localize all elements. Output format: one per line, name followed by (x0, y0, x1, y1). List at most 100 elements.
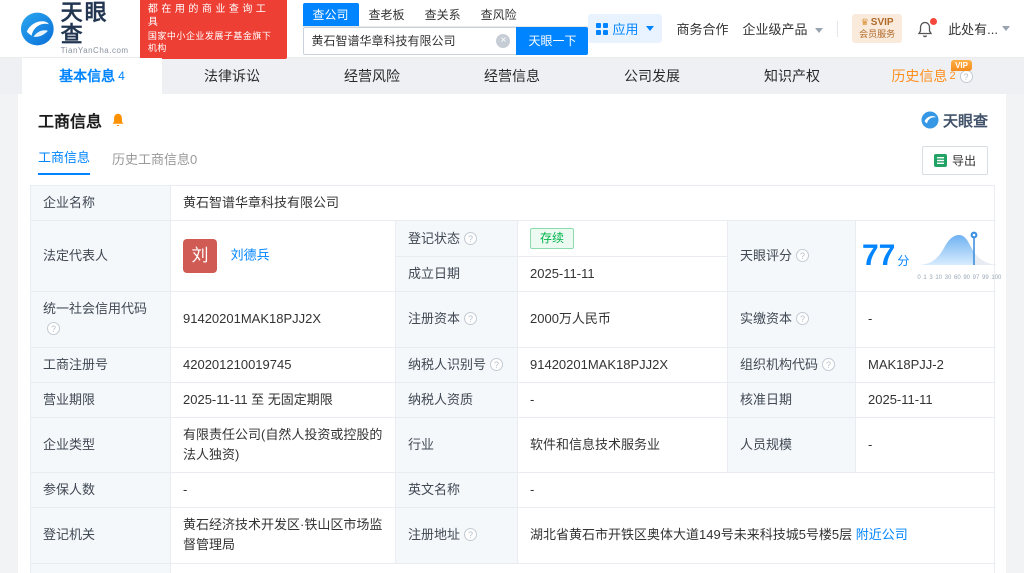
vip-badge: VIP (951, 60, 972, 71)
reg-status-label: 登记状态 (395, 220, 518, 258)
section-title: 工商信息 (38, 114, 103, 131)
help-icon[interactable] (464, 231, 478, 245)
legal-rep-avatar[interactable]: 刘 (183, 239, 217, 274)
score-axis: 0 1 3 10 30 60 90 97 99 100 (917, 275, 1002, 282)
top-nav: 应用 商务合作 企业级产品 ♛ SVIP 会员服务 此处有... (588, 14, 1010, 43)
registered-address-text: 湖北省黄石市开铁区奥体大道149号未来科技城5号楼5层 (530, 527, 853, 543)
help-icon[interactable] (490, 357, 504, 371)
org-code-label: 组织机构代码 (727, 346, 856, 383)
apps-menu-label: 应用 (612, 22, 639, 37)
clear-icon[interactable] (496, 33, 511, 48)
legal-rep-link[interactable]: 刘德兵 (231, 248, 270, 263)
tianyan-score-value: 77 分 0 1 3 10 30 60 90 97 99 100 (855, 220, 1001, 293)
subscribe-bell-icon[interactable] (110, 112, 126, 128)
tab-legal-proceedings[interactable]: 法律诉讼 (162, 58, 302, 94)
paid-capital-value: - (855, 291, 995, 348)
staff-size-value: - (855, 416, 995, 474)
tab-company-development[interactable]: 公司发展 (582, 58, 722, 94)
reg-capital-value: 2000万人民币 (517, 291, 728, 348)
help-icon[interactable] (464, 528, 478, 542)
company-tabbar: 基本信息 4 法律诉讼 经营风险 经营信息 公司发展 知识产权 VIP 历史信息… (0, 58, 1024, 94)
tianyancha-logo[interactable]: 天眼查 TianYanCha.com (20, 2, 130, 55)
crown-icon: ♛ (860, 17, 869, 28)
industry-label: 行业 (395, 416, 518, 474)
search-tab-company[interactable]: 查公司 (302, 2, 359, 26)
establish-date-value: 2025-11-11 (517, 256, 728, 293)
help-icon[interactable] (464, 312, 478, 326)
tianyancha-logo-icon (20, 12, 54, 45)
apps-menu-button[interactable]: 应用 (588, 14, 663, 43)
svip-membership-button[interactable]: ♛ SVIP 会员服务 (852, 14, 903, 43)
score-distribution-chart: 0 1 3 10 30 60 90 97 99 100 (917, 229, 1001, 283)
nav-enterprise-products[interactable]: 企业级产品 (743, 19, 824, 38)
page: 天眼查 TianYanCha.com 都在用的商业查询工具 国家中小企业发展子基… (0, 0, 1024, 573)
search-tabs: 查公司 查老板 查关系 查风险 (302, 2, 589, 27)
search-tab-boss[interactable]: 查老板 (359, 3, 415, 26)
english-name-label: 英文名称 (395, 472, 518, 509)
business-term-label: 营业期限 (30, 381, 171, 418)
tab-label: 经营信息 (484, 68, 540, 84)
score-number: 77 (862, 238, 896, 272)
registration-authority-label: 登记机关 (30, 507, 171, 564)
search-tab-relation[interactable]: 查关系 (415, 3, 471, 26)
export-label: 导出 (951, 154, 976, 168)
taxpayer-quality-label: 纳税人资质 (395, 381, 518, 418)
subtab-business-info[interactable]: 工商信息 (38, 147, 91, 175)
brand-domain: TianYanCha.com (60, 46, 129, 55)
insured-count-value: - (170, 472, 396, 509)
help-icon[interactable] (796, 312, 810, 326)
help-icon[interactable] (47, 322, 60, 336)
tab-label: 经营风险 (344, 68, 400, 84)
table-row: 经营范围 一般项目：软件开发;技术服务、技术开发、技术咨询、技术交流、技术转让、… (30, 562, 995, 573)
subtab-history-business-info[interactable]: 历史工商信息0 (112, 149, 197, 175)
help-icon[interactable] (822, 357, 836, 371)
table-row: 法定代表人 刘 刘德兵 登记状态 存续 天眼评分 77分 (30, 220, 1001, 293)
search-tab-risk[interactable]: 查风险 (471, 3, 527, 26)
tab-label: 知识产权 (764, 68, 820, 84)
business-term-value: 2025-11-11 至 无固定期限 (170, 381, 396, 418)
help-icon[interactable] (959, 69, 973, 83)
business-info-table: 企业名称 黄石智谱华章科技有限公司 法定代表人 刘 刘德兵 登记状态 存续 天眼… (30, 184, 1001, 573)
search-button[interactable]: 天眼一下 (516, 26, 589, 55)
tab-operating-risk[interactable]: 经营风险 (302, 58, 442, 94)
approve-date-value: 2025-11-11 (855, 381, 995, 418)
user-menu[interactable]: 此处有... (948, 19, 1010, 38)
legal-rep-value: 刘 刘德兵 (170, 220, 396, 293)
export-button[interactable]: 导出 (921, 146, 988, 175)
score-unit: 分 (897, 253, 910, 268)
search-input[interactable] (302, 26, 517, 55)
chevron-down-icon (646, 26, 655, 31)
legal-rep-label: 法定代表人 (30, 220, 171, 293)
tianyan-score-label: 天眼评分 (727, 220, 856, 293)
industry-value: 软件和信息技术服务业 (517, 416, 728, 474)
english-name-value: - (517, 472, 995, 509)
nav-business-cooperation[interactable]: 商务合作 (676, 19, 728, 38)
top-header: 天眼查 TianYanCha.com 都在用的商业查询工具 国家中小企业发展子基… (0, 0, 1024, 60)
company-type-value: 有限责任公司(自然人投资或控股的法人独资) (170, 416, 396, 474)
tab-history-info[interactable]: VIP 历史信息 2 (862, 58, 1002, 94)
table-row: 参保人数 - 英文名称 - (30, 472, 995, 509)
tab-intellectual-property[interactable]: 知识产权 (722, 58, 862, 94)
company-name-value: 黄石智谱华章科技有限公司 (170, 184, 995, 222)
taxpayer-id-label: 纳税人识别号 (395, 346, 518, 383)
status-badge: 存续 (530, 228, 575, 250)
uscc-value: 91420201MAK18PJJ2X (170, 291, 396, 348)
registered-address-value: 湖北省黄石市开铁区奥体大道149号未来科技城5号楼5层 附近公司 (517, 507, 995, 564)
company-type-label: 企业类型 (30, 416, 171, 474)
insured-count-label: 参保人数 (30, 472, 171, 509)
nearby-companies-link[interactable]: 附近公司 (856, 527, 908, 542)
tab-history-info-count: 2 (949, 70, 956, 82)
slogan-line2: 国家中小企业发展子基金旗下机构 (147, 30, 272, 53)
paid-capital-label: 实缴资本 (727, 291, 856, 348)
tab-operating-info[interactable]: 经营信息 (442, 58, 582, 94)
notification-bell-icon[interactable] (916, 17, 938, 38)
svip-label: SVIP (870, 17, 894, 29)
watermark-text: 天眼查 (942, 112, 988, 130)
company-name-label: 企业名称 (30, 184, 171, 222)
watermark-logo: 天眼查 (921, 110, 988, 131)
table-row: 企业名称 黄石智谱华章科技有限公司 (30, 184, 995, 222)
tab-basic-info[interactable]: 基本信息 4 (22, 58, 162, 94)
help-icon[interactable] (796, 249, 810, 263)
slogan-line1: 都在用的商业查询工具 (147, 3, 270, 29)
table-row: 登记机关 黄石经济技术开发区·铁山区市场监督管理局 注册地址 湖北省黄石市开铁区… (30, 507, 995, 564)
